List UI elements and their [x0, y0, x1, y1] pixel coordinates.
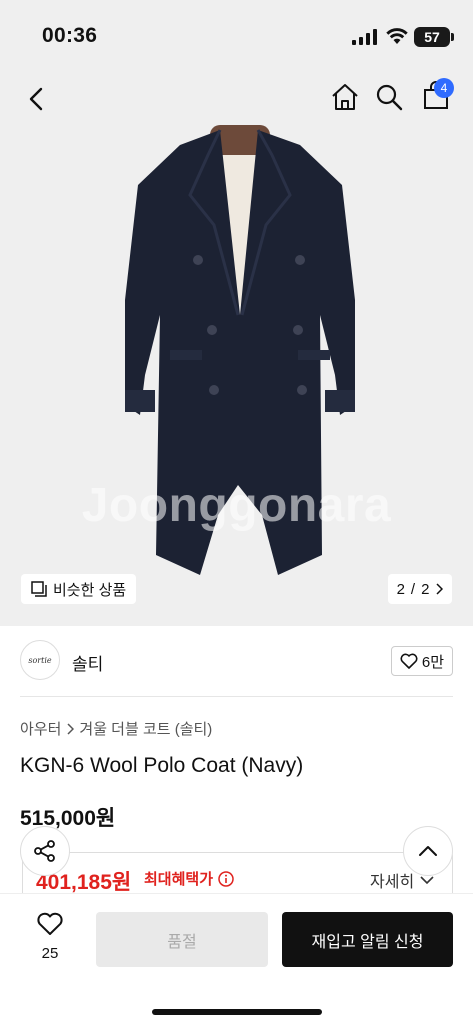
heart-icon	[37, 912, 63, 935]
similar-items-icon	[31, 581, 47, 597]
chevron-right-icon	[436, 583, 444, 595]
breadcrumb-item[interactable]: 아우터	[20, 718, 61, 739]
status-time: 00:36	[42, 24, 98, 47]
scroll-to-top-button[interactable]	[403, 826, 453, 876]
share-icon	[34, 840, 55, 862]
restock-alert-button[interactable]: 재입고 알림 신청	[282, 912, 453, 967]
image-pager[interactable]: 2 / 2	[388, 574, 452, 604]
benefit-label-text: 최대혜택가	[144, 871, 214, 888]
share-button[interactable]	[20, 826, 70, 876]
chevron-right-icon	[67, 722, 75, 735]
chevron-up-icon	[419, 846, 437, 856]
bottom-action-bar: 25 품절 재입고 알림 신청	[0, 893, 473, 1024]
battery-indicator: 57	[414, 27, 450, 47]
back-arrow-icon[interactable]	[22, 84, 52, 114]
cart-count-badge: 4	[434, 78, 454, 98]
breadcrumb: 아우터 겨울 더블 코트 (솔티)	[20, 718, 212, 739]
pager-current: 2	[396, 580, 405, 598]
pager-separator: /	[410, 580, 416, 598]
store-like-button[interactable]: 6만	[391, 646, 453, 676]
battery-cap	[451, 33, 454, 41]
store-like-count: 6만	[421, 653, 445, 671]
divider	[20, 696, 453, 697]
seller-name[interactable]: 솔티	[72, 650, 103, 675]
search-icon[interactable]	[374, 82, 404, 112]
breadcrumb-item[interactable]: 겨울 더블 코트 (솔티)	[79, 718, 212, 739]
pager-total: 2	[421, 580, 430, 598]
similar-products-button[interactable]: 비슷한 상품	[21, 574, 137, 604]
wifi-icon	[386, 28, 408, 44]
similar-products-label: 비슷한 상품	[53, 581, 127, 599]
seller-logo[interactable]: sortie	[20, 640, 60, 680]
detail-label: 자세히	[370, 874, 415, 891]
product-image-gallery[interactable]: 4 Joonggonara 비슷한 상품 2 / 2	[0, 70, 473, 626]
sold-out-button: 품절	[96, 912, 268, 967]
chevron-down-icon	[420, 876, 434, 885]
info-icon[interactable]	[218, 870, 234, 887]
product-title: KGN-6 Wool Polo Coat (Navy)	[20, 754, 304, 777]
status-bar: 00:36 57	[0, 0, 473, 70]
home-icon[interactable]	[330, 82, 360, 112]
cellular-signal-icon	[352, 29, 377, 45]
wishlist-button[interactable]: 25	[28, 912, 72, 962]
benefit-label[interactable]: 최대혜택가	[144, 868, 234, 889]
heart-icon	[400, 653, 418, 669]
watermark: Joonggonara	[81, 479, 392, 532]
home-indicator	[152, 1009, 322, 1015]
wishlist-count: 25	[41, 945, 59, 962]
